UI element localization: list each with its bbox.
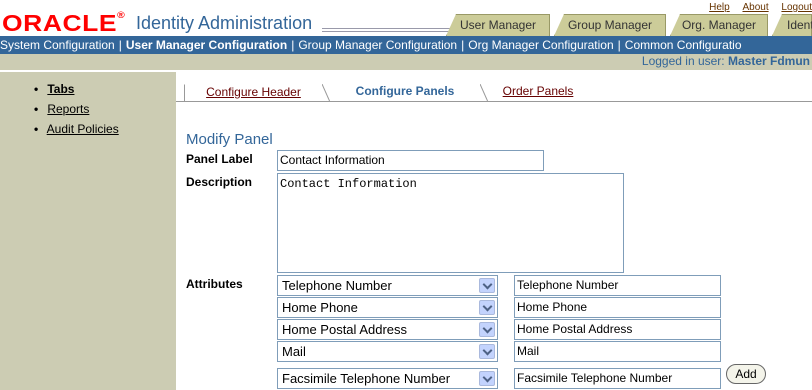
attribute-label-input[interactable]: Home Phone — [514, 297, 721, 318]
attribute-select[interactable]: Home Phone — [277, 297, 498, 318]
logged-in-user: Master Fdmun — [727, 54, 810, 68]
logged-in-prefix: Logged in user: — [641, 54, 725, 68]
chevron-down-icon[interactable] — [479, 300, 495, 315]
attribute-select-value: Facsimile Telephone Number — [282, 371, 451, 386]
content-tabs: Configure Header Configure Panels Order … — [176, 72, 812, 102]
app-title: Identity Administration — [136, 13, 313, 33]
tab-divider-icon — [322, 84, 330, 102]
sidebar-item-tabs[interactable]: • Tabs — [34, 82, 74, 96]
chevron-down-icon[interactable] — [479, 371, 495, 386]
panel-label-input[interactable]: Contact Information — [277, 150, 544, 171]
attribute-select[interactable]: Facsimile Telephone Number — [277, 368, 498, 389]
page-header: ORACLE® Identity Administration Help Abo… — [0, 0, 812, 36]
subnav-user-manager-configuration[interactable]: User Manager Configuration — [126, 38, 287, 52]
attribute-label-input[interactable]: Telephone Number — [514, 275, 721, 296]
tab-order-panels[interactable]: Order Panels — [488, 84, 588, 102]
attribute-label-input[interactable]: Facsimile Telephone Number — [514, 368, 721, 389]
global-links: Help About Logout — [699, 2, 812, 13]
attribute-label-input[interactable]: Home Postal Address — [514, 319, 721, 340]
sidebar-item-label[interactable]: Audit Policies — [47, 122, 119, 136]
attribute-select-value: Mail — [282, 344, 306, 359]
logged-in-bar: Logged in user: Master Fdmun — [0, 54, 812, 70]
subnav-separator: | — [118, 38, 122, 52]
tab-label[interactable]: Configure Header — [206, 85, 301, 99]
attribute-select[interactable]: Home Postal Address — [277, 319, 498, 340]
tab-divider-icon — [480, 84, 488, 102]
attribute-select-value: Telephone Number — [282, 278, 392, 293]
subnav-separator: | — [291, 38, 295, 52]
chevron-down-icon[interactable] — [479, 278, 495, 293]
tab-user-manager[interactable]: User Manager — [446, 14, 550, 36]
attribute-select-value: Home Phone — [282, 300, 358, 315]
bullet-icon: • — [34, 102, 39, 116]
add-button[interactable]: Add — [726, 364, 766, 384]
attributes-label: Attributes — [186, 277, 243, 291]
page-title: Modify Panel — [186, 131, 273, 148]
bullet-icon: • — [34, 122, 39, 136]
sub-navigation: System Configuration | User Manager Config… — [0, 36, 812, 54]
attribute-select[interactable]: Telephone Number — [277, 275, 498, 296]
tab-configure-header[interactable]: Configure Header — [184, 84, 322, 102]
tab-group-manager[interactable]: Group Manager — [554, 14, 666, 36]
oracle-logo: ORACLE® — [2, 10, 125, 37]
help-link[interactable]: Help — [709, 2, 730, 13]
attribute-select[interactable]: Mail — [277, 341, 498, 362]
subnav-group-manager-configuration[interactable]: Group Manager Configuration — [298, 38, 457, 52]
bullet-icon: • — [34, 82, 39, 96]
tab-identity[interactable]: Identi — [772, 14, 812, 36]
tab-label[interactable]: Order Panels — [503, 84, 574, 98]
description-textarea[interactable]: Contact Information — [277, 173, 624, 273]
sidebar-item-reports[interactable]: • Reports — [34, 102, 89, 116]
chevron-down-icon[interactable] — [479, 344, 495, 359]
subnav-system-configuration[interactable]: System Configuration — [0, 38, 115, 52]
logo-text: ORACLE — [2, 10, 118, 36]
logo-registered-mark: ® — [117, 10, 126, 20]
subnav-org-manager-configuration[interactable]: Org Manager Configuration — [468, 38, 613, 52]
panel-label-label: Panel Label — [186, 152, 253, 166]
side-navigation: • Tabs • Reports • Audit Policies — [0, 72, 176, 390]
description-label: Description — [186, 175, 253, 189]
subnav-common-configuration[interactable]: Common Configuratio — [625, 38, 742, 52]
sidebar-item-label[interactable]: Reports — [47, 102, 89, 116]
sidebar-item-audit-policies[interactable]: • Audit Policies — [34, 122, 119, 136]
tab-configure-panels[interactable]: Configure Panels — [330, 84, 480, 102]
subnav-separator: | — [617, 38, 621, 52]
chevron-down-icon[interactable] — [479, 322, 495, 337]
tab-org-manager[interactable]: Org. Manager — [670, 14, 768, 36]
logout-link[interactable]: Logout — [781, 2, 812, 13]
attribute-label-input[interactable]: Mail — [514, 341, 721, 362]
sidebar-item-label[interactable]: Tabs — [47, 82, 74, 96]
subnav-separator: | — [461, 38, 465, 52]
about-link[interactable]: About — [742, 2, 768, 13]
attribute-select-value: Home Postal Address — [282, 322, 408, 337]
